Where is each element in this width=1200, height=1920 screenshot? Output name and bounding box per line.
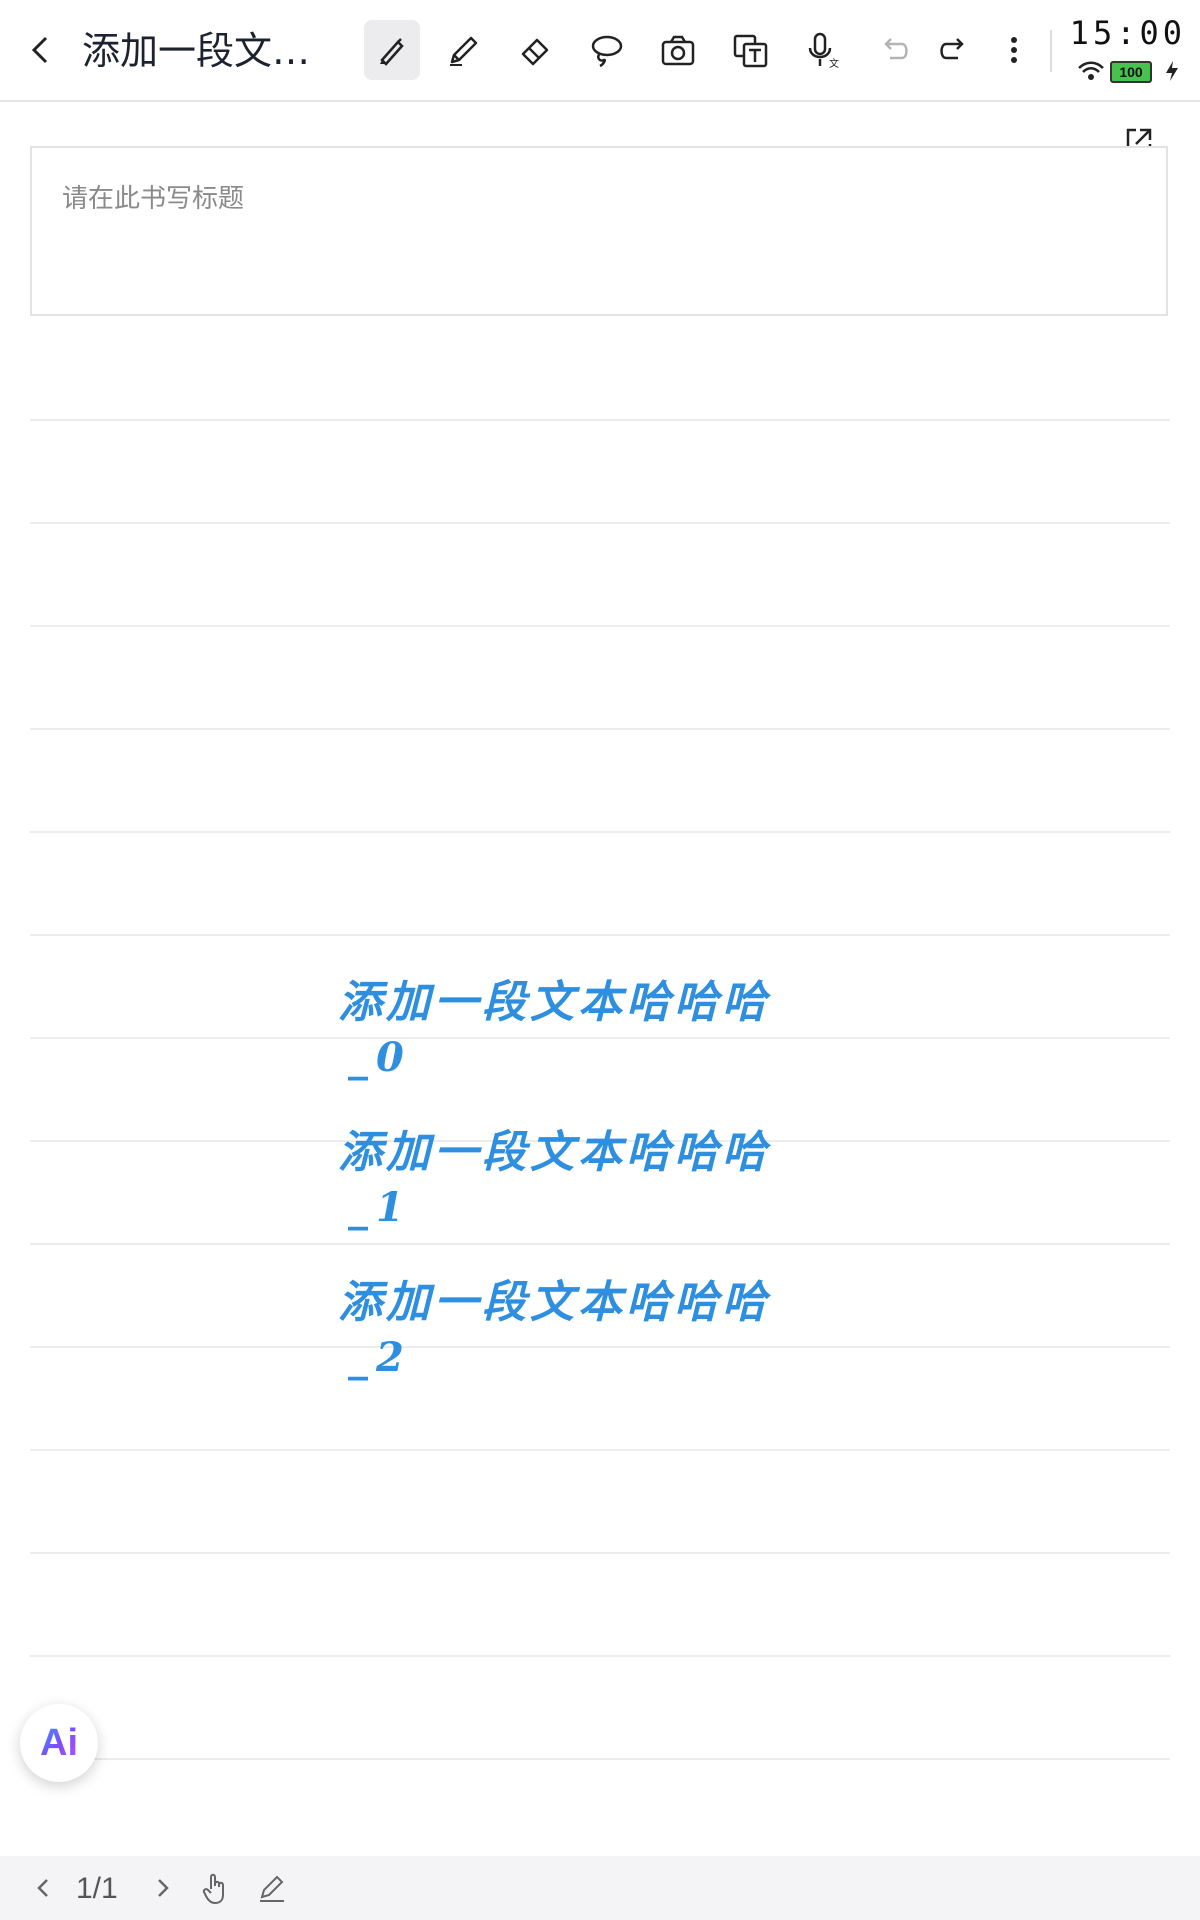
ruled-line [30, 1037, 1170, 1039]
brush-pen-icon [380, 38, 404, 66]
title-input[interactable] [60, 178, 1124, 220]
status-icons: 100 [1076, 58, 1188, 84]
lasso-icon [591, 35, 623, 68]
lasso-tool[interactable] [578, 20, 634, 80]
voice-to-text-icon: 文 [808, 32, 839, 70]
undo-icon [884, 38, 908, 60]
handwriting-line[interactable]: 添加一段文本哈哈哈 [338, 1116, 770, 1180]
more-options-icon [1011, 37, 1017, 63]
text-convert-icon [733, 34, 768, 68]
redo-button[interactable] [926, 20, 982, 80]
hand-icon [202, 1873, 224, 1905]
chevron-right-icon [158, 1879, 169, 1897]
page-indicator: 1/1 [76, 1872, 118, 1905]
previous-page-button[interactable] [30, 1870, 56, 1906]
handwriting-line[interactable]: 添加一段文本哈哈哈 [338, 966, 770, 1030]
handwriting-suffix[interactable]: _0 [348, 1034, 412, 1081]
pen-icon [260, 1875, 284, 1902]
ruled-line [30, 934, 1170, 936]
ai-label: Ai [40, 1721, 78, 1764]
ruled-line [30, 1346, 1170, 1348]
eraser-tool[interactable] [507, 20, 563, 80]
charging-icon [1166, 61, 1178, 81]
ruled-line [30, 1243, 1170, 1245]
toolbar-divider [1050, 30, 1052, 72]
handwriting-mode-button[interactable] [254, 1870, 290, 1906]
pencil-tool[interactable] [436, 20, 492, 80]
status-clock: 15:00 [1069, 14, 1186, 52]
eraser-icon [521, 38, 549, 66]
handwriting-suffix[interactable]: _1 [348, 1184, 412, 1231]
ruled-line [30, 1758, 1170, 1760]
ruled-line [30, 831, 1170, 833]
ruled-line [30, 1655, 1170, 1657]
handwriting-suffix[interactable]: _2 [348, 1334, 412, 1381]
ruled-line [30, 1449, 1170, 1451]
top-toolbar: 添加一段文本... 文 15:00 100 [0, 0, 1200, 102]
next-page-button[interactable] [150, 1870, 176, 1906]
pencil-icon [450, 36, 478, 66]
camera-tool[interactable] [650, 20, 706, 80]
document-title[interactable]: 添加一段文本... [82, 26, 342, 76]
redo-icon [940, 38, 964, 60]
wifi-icon [1078, 61, 1104, 80]
voice-to-text-tool[interactable]: 文 [794, 20, 850, 80]
ruled-line [30, 625, 1170, 627]
ruled-line [30, 728, 1170, 730]
hand-mode-button[interactable] [198, 1870, 234, 1906]
bottom-bar: 1/1 [0, 1856, 1200, 1920]
text-convert-tool[interactable] [722, 20, 778, 80]
ruled-line [30, 1552, 1170, 1554]
title-field-container [30, 146, 1168, 316]
svg-text:文: 文 [829, 57, 839, 70]
ruled-line [30, 419, 1170, 421]
more-options-button[interactable] [986, 20, 1042, 80]
chevron-left-icon [31, 36, 48, 64]
ruled-line [30, 522, 1170, 524]
back-button[interactable] [26, 30, 56, 70]
brush-pen-tool[interactable] [364, 20, 420, 80]
battery-indicator: 100 [1110, 61, 1152, 83]
ai-assistant-button[interactable]: Ai [20, 1704, 98, 1782]
chevron-left-icon [37, 1879, 48, 1897]
handwriting-line[interactable]: 添加一段文本哈哈哈 [338, 1266, 770, 1330]
camera-icon [661, 35, 695, 66]
undo-button[interactable] [866, 20, 922, 80]
